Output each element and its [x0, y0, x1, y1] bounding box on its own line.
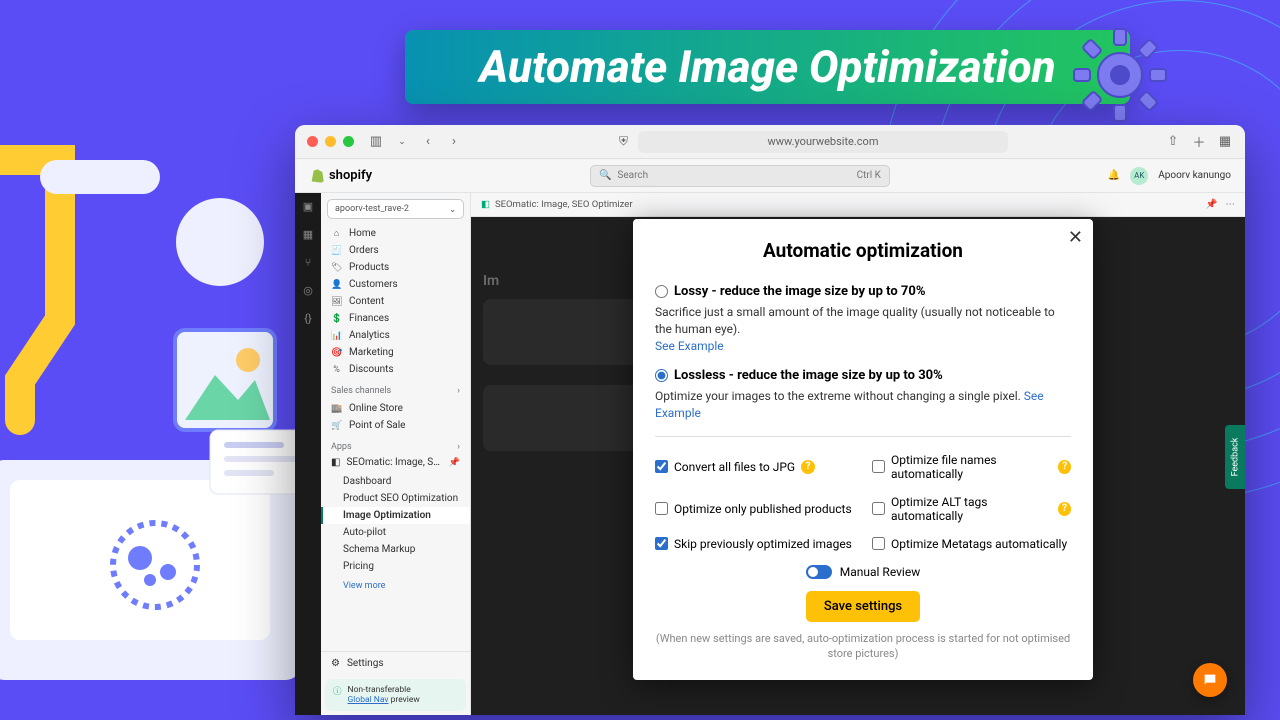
check-published-only[interactable]: Optimize only published products [655, 495, 854, 523]
chevron-down-icon: ⌄ [449, 205, 456, 214]
gear-icon: ⚙ [331, 658, 340, 669]
sidebar-item-products[interactable]: 🏷Products [321, 259, 470, 276]
sidebar-item-point-of-sale[interactable]: 🛒Point of Sale [321, 417, 470, 434]
sidebar-item-orders[interactable]: 🧾Orders [321, 242, 470, 259]
more-icon[interactable]: ⋯ [1226, 199, 1236, 210]
rail-code-icon[interactable]: {} [301, 311, 315, 325]
radio-lossy[interactable] [655, 285, 668, 298]
pin-icon[interactable]: 📌 [449, 458, 460, 468]
pin-icon[interactable]: 📌 [1206, 199, 1218, 210]
apps-header: Apps [331, 442, 352, 452]
store-selector[interactable]: apoorv-test_rave-2 ⌄ [327, 199, 464, 219]
app-badge-icon: ◧ [481, 199, 490, 210]
chevron-down-icon[interactable]: ⌄ [394, 134, 410, 150]
sidebar-item-home[interactable]: ⌂Home [321, 225, 470, 242]
traffic-lights[interactable] [307, 136, 354, 147]
gear-icon [1070, 25, 1170, 125]
bell-icon[interactable]: 🔔 [1108, 170, 1120, 181]
sidebar-item-discounts[interactable]: %Discounts [321, 361, 470, 378]
close-icon[interactable]: ✕ [1068, 227, 1083, 248]
modal-title: Automatic optimization [655, 239, 1071, 262]
feedback-tab[interactable]: Feedback [1225, 425, 1245, 489]
modal-note: (When new settings are saved, auto-optim… [655, 632, 1071, 662]
sidebar-item-image-optimization[interactable]: Image Optimization [321, 507, 470, 524]
chevron-right-icon[interactable]: › [457, 442, 460, 452]
shopify-logo[interactable]: shopify [309, 168, 372, 184]
manual-review-row[interactable]: Manual Review [655, 565, 1071, 579]
sidebar-item-content[interactable]: 🖼Content [321, 293, 470, 310]
app-icon: ◧ [331, 457, 340, 468]
view-more-link[interactable]: View more [321, 577, 470, 595]
sidebar-app-pinned[interactable]: ◧ SEOmatic: Image, S… 📌 [321, 454, 470, 471]
see-example-link[interactable]: See Example [655, 339, 724, 353]
check-alt-tags[interactable]: Optimize ALT tags automatically? [872, 495, 1071, 523]
radio-lossless[interactable] [655, 369, 668, 382]
rail-grid-icon[interactable]: ▦ [301, 227, 315, 241]
rail-store-icon[interactable]: ▣ [301, 199, 315, 213]
toggle-switch[interactable] [806, 565, 832, 579]
avatar[interactable]: AK [1130, 167, 1148, 185]
check-skip-optimized[interactable]: Skip previously optimized images [655, 537, 854, 551]
sidebar-item-schema-markup[interactable]: Schema Markup [321, 541, 470, 558]
optimization-modal: ✕ Automatic optimization Lossy - reduce … [633, 219, 1093, 680]
search-icon: 🔍 [599, 170, 611, 181]
hero-banner: Automate Image Optimization [405, 30, 1130, 104]
shield-icon[interactable]: ⛨ [619, 134, 628, 149]
sidebar-item-product-seo-optimization[interactable]: Product SEO Optimization [321, 490, 470, 507]
save-button[interactable]: Save settings [806, 591, 920, 622]
sidebar-item-pricing[interactable]: Pricing [321, 558, 470, 575]
rail-branch-icon[interactable]: ⑂ [301, 255, 315, 269]
sidebar-item-auto-pilot[interactable]: Auto-pilot [321, 524, 470, 541]
sidebar-item-dashboard[interactable]: Dashboard [321, 473, 470, 490]
sidebar-toggle-icon[interactable]: ▥ [368, 134, 384, 150]
sidebar-settings[interactable]: ⚙Settings [321, 651, 470, 675]
content-area: ◧ SEOmatic: Image, SEO Optimizer 📌 ⋯ Im … [471, 193, 1245, 715]
sidebar: apoorv-test_rave-2 ⌄ ⌂Home🧾Orders🏷Produc… [321, 193, 471, 715]
promo-link[interactable]: Global Nav [348, 695, 389, 705]
sales-channels-header: Sales channels [331, 386, 391, 396]
browser-chrome: ▥ ⌄ ‹ › ⛨ www.yourwebsite.com ⇧ ＋ ▦ [295, 125, 1245, 159]
chevron-right-icon[interactable]: › [457, 386, 460, 396]
option-lossless[interactable]: Lossless - reduce the image size by up t… [655, 368, 1071, 422]
banner-title: Automate Image Optimization [479, 41, 1055, 93]
chat-button[interactable] [1193, 663, 1227, 697]
option-lossy[interactable]: Lossy - reduce the image size by up to 7… [655, 284, 1071, 354]
icon-rail: ▣ ▦ ⑂ ◎ {} [295, 193, 321, 715]
search-input[interactable]: 🔍 Search Ctrl K [590, 165, 890, 187]
help-icon[interactable]: ? [801, 460, 815, 474]
forward-icon[interactable]: › [446, 134, 462, 150]
back-icon[interactable]: ‹ [420, 134, 436, 150]
help-icon[interactable]: ? [1058, 502, 1071, 516]
user-name[interactable]: Apoorv kanungo [1158, 170, 1231, 181]
share-icon[interactable]: ⇧ [1165, 134, 1181, 150]
sidebar-item-analytics[interactable]: 📊Analytics [321, 327, 470, 344]
new-tab-icon[interactable]: ＋ [1191, 134, 1207, 150]
sidebar-item-marketing[interactable]: 🎯Marketing [321, 344, 470, 361]
sidebar-item-online-store[interactable]: 🏬Online Store [321, 400, 470, 417]
info-icon: ⓘ [333, 685, 342, 705]
check-filenames[interactable]: Optimize file names automatically? [872, 453, 1071, 481]
check-metatags[interactable]: Optimize Metatags automatically [872, 537, 1071, 551]
help-icon[interactable]: ? [1058, 460, 1071, 474]
sidebar-item-finances[interactable]: 💲Finances [321, 310, 470, 327]
browser-window: ▥ ⌄ ‹ › ⛨ www.yourwebsite.com ⇧ ＋ ▦ shop… [295, 125, 1245, 715]
app-canvas: Im ✕ Automatic optimization Lossy - redu… [471, 217, 1245, 715]
rail-target-icon[interactable]: ◎ [301, 283, 315, 297]
url-bar[interactable]: www.yourwebsite.com [638, 131, 1008, 153]
check-convert-jpg[interactable]: Convert all files to JPG? [655, 453, 854, 481]
sidebar-item-customers[interactable]: 👤Customers [321, 276, 470, 293]
tabs-icon[interactable]: ▦ [1217, 134, 1233, 150]
promo-banner: ⓘ Non-transferable Global Nav preview [325, 679, 466, 711]
app-header: shopify 🔍 Search Ctrl K 🔔 AK Apoorv kanu… [295, 159, 1245, 193]
hidden-heading: Im [483, 273, 499, 289]
breadcrumb: ◧ SEOmatic: Image, SEO Optimizer 📌 ⋯ [471, 193, 1245, 217]
divider [655, 436, 1071, 437]
